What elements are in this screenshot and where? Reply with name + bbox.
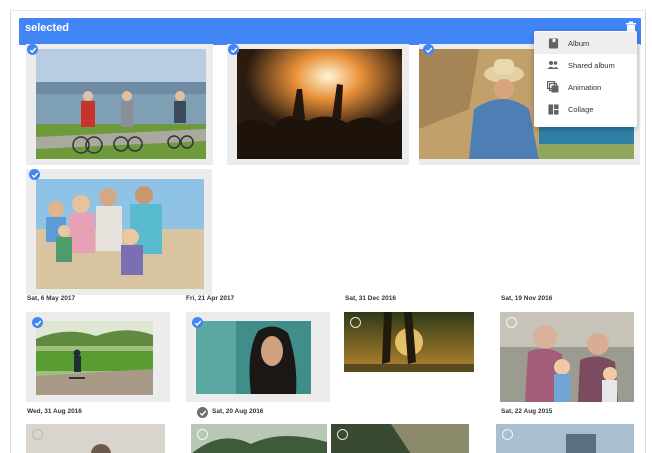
photos-window: selected Album Shared album Animation Co… [10,10,646,453]
date-label: Wed, 31 Aug 2016 [27,408,82,415]
selected-check-icon[interactable] [27,44,38,55]
photo-tile[interactable] [191,424,329,453]
date-label: Sat, 31 Dec 2016 [345,295,396,302]
album-icon [547,37,559,49]
date-label: Sat, 19 Nov 2016 [501,295,553,302]
photo-tile[interactable] [26,312,170,402]
date-label: Sat, 22 Aug 2015 [501,408,553,415]
photo-tile[interactable] [26,424,167,453]
family-photo [36,179,204,289]
selected-check-icon[interactable] [423,44,434,55]
grandparents-photo [500,312,634,402]
menu-item-label: Collage [568,104,594,114]
cyclists-photo [36,49,206,159]
menu-item-label: Album [568,38,590,48]
shared-album-icon [547,59,559,71]
photo-tile[interactable] [344,312,476,402]
select-circle-icon[interactable] [197,429,208,440]
animation-icon [547,81,559,93]
menu-item-shared-album[interactable]: Shared album [534,54,637,76]
concert-photo [237,49,402,159]
selection-title: selected [25,22,70,34]
partial-photo [496,424,634,453]
create-menu: Album Shared album Animation Collage [534,31,637,127]
menu-item-label: Shared album [568,60,615,70]
selected-check-icon[interactable] [32,317,43,328]
menu-item-album[interactable]: Album [534,32,637,54]
group-select-icon[interactable] [197,407,208,418]
photo-tile[interactable] [496,424,636,453]
date-label: Fri, 21 Apr 2017 [186,295,235,302]
photo-tile[interactable] [186,312,330,402]
selected-check-icon[interactable] [29,169,40,180]
collage-icon [547,103,559,115]
partial-photo [191,424,327,453]
skateboard-photo [36,321,153,395]
menu-item-animation[interactable]: Animation [534,76,637,98]
sunset-feet-photo [344,312,474,372]
photo-tile[interactable] [26,44,213,165]
select-circle-icon[interactable] [506,317,517,328]
photo-tile[interactable] [331,424,471,453]
date-label: Sat, 20 Aug 2016 [212,408,264,415]
partial-photo [331,424,469,453]
partial-photo [26,424,165,453]
menu-item-label: Animation [568,82,602,92]
selected-check-icon[interactable] [228,44,239,55]
select-circle-icon[interactable] [350,317,361,328]
select-circle-icon[interactable] [32,429,43,440]
woman-portrait-photo [196,321,311,394]
menu-item-collage[interactable]: Collage [534,98,637,120]
photo-tile[interactable] [26,169,212,295]
date-label: Sat, 6 May 2017 [27,295,76,302]
select-circle-icon[interactable] [502,429,513,440]
photo-tile[interactable] [227,44,409,165]
photo-tile[interactable] [500,312,636,402]
selected-check-icon[interactable] [192,317,203,328]
select-circle-icon[interactable] [337,429,348,440]
